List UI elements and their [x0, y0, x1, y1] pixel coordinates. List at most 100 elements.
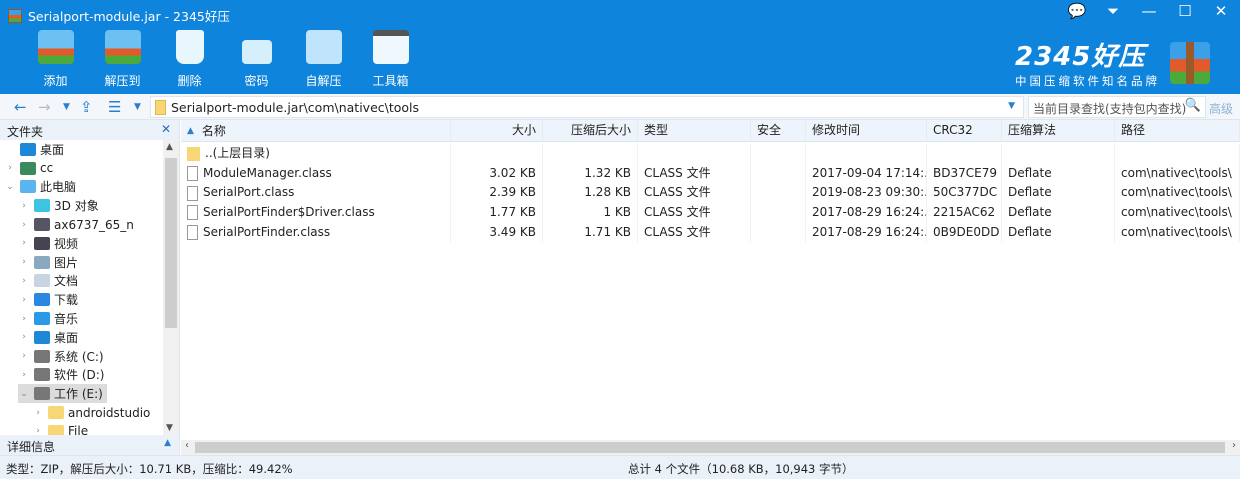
- column-name-label: 名称: [201, 123, 226, 138]
- column-packed-size[interactable]: 压缩后大小: [543, 120, 638, 141]
- column-headers: ▲ 名称 大小 压缩后大小 类型 安全 修改时间 CRC32 压缩算法 路径: [181, 120, 1240, 142]
- toolbar: 添加 解压到 删除 密码 自解压 工具箱: [22, 30, 424, 89]
- extract-label: 解压到: [104, 74, 141, 88]
- address-path: Serialport-module.jar\com\nativec\tools: [171, 99, 420, 115]
- file-secure: [751, 203, 806, 223]
- expand-arrow-icon[interactable]: ›: [18, 370, 30, 380]
- file-row[interactable]: ModuleManager.class 3.02 KB 1.32 KB CLASS 文…: [181, 163, 1240, 184]
- password-button[interactable]: 密码: [223, 30, 290, 89]
- details-label: 详细信息: [7, 440, 56, 454]
- scroll-thumb[interactable]: [195, 442, 1225, 453]
- tree-item[interactable]: › 下载: [18, 290, 164, 309]
- menu-icon[interactable]: ⏷: [1102, 2, 1124, 20]
- close-icon[interactable]: ✕: [161, 122, 171, 136]
- column-path[interactable]: 路径: [1115, 120, 1240, 141]
- expand-arrow-icon[interactable]: ›: [32, 408, 44, 418]
- status-archive-info: 类型：ZIP，解压后大小：10.71 KB，压缩比：49.42%: [6, 462, 293, 476]
- horizontal-scrollbar[interactable]: ‹ ›: [181, 440, 1240, 455]
- details-panel-toggle[interactable]: 详细信息 ▲: [0, 435, 179, 455]
- tree-item[interactable]: ⌄ 此电脑: [4, 178, 164, 197]
- tree-item[interactable]: › androidstudio: [32, 403, 164, 422]
- expand-arrow-icon[interactable]: ›: [18, 220, 30, 230]
- address-bar[interactable]: Serialport-module.jar\com\nativec\tools ▼: [150, 96, 1024, 118]
- file-type: CLASS 文件: [638, 203, 751, 223]
- scroll-down-icon[interactable]: ▼: [166, 423, 173, 433]
- column-modified[interactable]: 修改时间: [806, 120, 927, 141]
- column-size[interactable]: 大小: [451, 120, 543, 141]
- chevron-down-icon[interactable]: ▼: [1008, 101, 1015, 111]
- search-input[interactable]: 当前目录查找(支持包内查找) 🔍: [1028, 96, 1206, 118]
- feedback-icon[interactable]: 💬: [1066, 2, 1088, 20]
- lock-icon: [241, 40, 272, 64]
- column-type[interactable]: 类型: [638, 120, 751, 141]
- view-dropdown-icon[interactable]: ▼: [134, 102, 141, 112]
- expand-arrow-icon[interactable]: ›: [4, 163, 16, 173]
- file-icon: [187, 225, 198, 241]
- folder-scrollbar[interactable]: ▲ ▼: [163, 140, 179, 435]
- password-label: 密码: [244, 74, 269, 88]
- history-dropdown-icon[interactable]: ▼: [63, 102, 70, 112]
- up-folder-icon[interactable]: ⇪: [80, 98, 93, 116]
- scroll-up-icon[interactable]: ▲: [166, 142, 173, 152]
- expand-arrow-icon[interactable]: ›: [32, 426, 44, 435]
- expand-arrow-icon[interactable]: ›: [18, 351, 30, 361]
- tree-item[interactable]: › 软件 (D:): [18, 366, 164, 385]
- column-method[interactable]: 压缩算法: [1002, 120, 1115, 141]
- column-crc32[interactable]: CRC32: [927, 120, 1002, 141]
- tree-item-label: 文档: [54, 274, 79, 289]
- add-icon: [37, 30, 74, 64]
- column-name[interactable]: ▲ 名称: [181, 120, 451, 141]
- tree-item[interactable]: › 文档: [18, 272, 164, 291]
- file-row[interactable]: SerialPort.class 2.39 KB 1.28 KB CLASS 文件 20…: [181, 183, 1240, 204]
- file-row[interactable]: SerialPortFinder.class 3.49 KB 1.71 KB CLAS…: [181, 222, 1240, 243]
- expand-arrow-icon[interactable]: ›: [18, 332, 30, 342]
- tree-item[interactable]: › cc: [4, 159, 164, 178]
- scroll-left-icon[interactable]: ‹: [185, 440, 189, 451]
- tree-item[interactable]: 桌面: [4, 140, 164, 159]
- toolbox-button[interactable]: 工具箱: [357, 30, 424, 89]
- expand-arrow-icon[interactable]: ›: [18, 257, 30, 267]
- file-crc: 0B9DE0DD: [927, 222, 1002, 243]
- expand-arrow-icon[interactable]: ⌄: [18, 389, 30, 399]
- add-button[interactable]: 添加: [22, 30, 89, 89]
- sfx-button[interactable]: 自解压: [290, 30, 357, 89]
- tree-item[interactable]: › 图片: [18, 253, 164, 272]
- tree-item[interactable]: ⌄ 工作 (E:): [18, 384, 107, 404]
- parent-folder-row[interactable]: ..(上层目录): [181, 144, 1240, 164]
- column-security[interactable]: 安全: [751, 120, 806, 141]
- back-icon[interactable]: ←: [14, 98, 27, 116]
- close-button[interactable]: ✕: [1210, 2, 1232, 20]
- expand-arrow-icon[interactable]: ›: [18, 314, 30, 324]
- delete-button[interactable]: 删除: [156, 30, 223, 89]
- minimize-button[interactable]: —: [1138, 2, 1160, 20]
- scroll-thumb[interactable]: [165, 158, 177, 328]
- file-method: Deflate: [1002, 163, 1115, 184]
- expand-arrow-icon[interactable]: ›: [18, 276, 30, 286]
- expand-arrow-icon[interactable]: ›: [18, 295, 30, 305]
- file-type: CLASS 文件: [638, 163, 751, 184]
- view-list-icon[interactable]: ☰: [108, 98, 121, 116]
- file-row[interactable]: SerialPortFinder$Driver.class 1.77 KB 1 KB…: [181, 203, 1240, 223]
- tree-item[interactable]: › 系统 (C:): [18, 347, 164, 366]
- tree-item[interactable]: › 桌面: [18, 328, 164, 347]
- folder-pane: 文件夹 ✕ 桌面 › cc ⌄ 此电脑 › 3D 对象 › ax6737_65_n › 视频 › 图片 › 文…: [0, 120, 180, 455]
- scroll-right-icon[interactable]: ›: [1232, 440, 1236, 451]
- advanced-search-link[interactable]: 高级: [1209, 100, 1233, 117]
- expand-arrow-icon[interactable]: ⌄: [4, 182, 16, 192]
- tree-item[interactable]: › 3D 对象: [18, 196, 164, 215]
- package-icon: [1170, 41, 1210, 84]
- tree-item[interactable]: › 音乐: [18, 309, 164, 328]
- tree-item[interactable]: › ax6737_65_n: [18, 215, 164, 234]
- forward-icon[interactable]: →: [38, 98, 51, 116]
- expand-arrow-icon[interactable]: ›: [18, 238, 30, 248]
- toolbox-label: 工具箱: [372, 74, 409, 88]
- expand-arrow-icon[interactable]: ›: [18, 201, 30, 211]
- tree-item[interactable]: › File: [32, 422, 164, 435]
- file-mtime: 2017-08-29 16:24:...: [806, 222, 927, 243]
- chevron-up-icon[interactable]: ▲: [164, 438, 171, 448]
- file-size: 3.02 KB: [451, 163, 543, 184]
- tree-item[interactable]: › 视频: [18, 234, 164, 253]
- extract-button[interactable]: 解压到: [89, 30, 156, 89]
- maximize-button[interactable]: ☐: [1174, 2, 1196, 20]
- search-icon[interactable]: 🔍: [1185, 98, 1201, 113]
